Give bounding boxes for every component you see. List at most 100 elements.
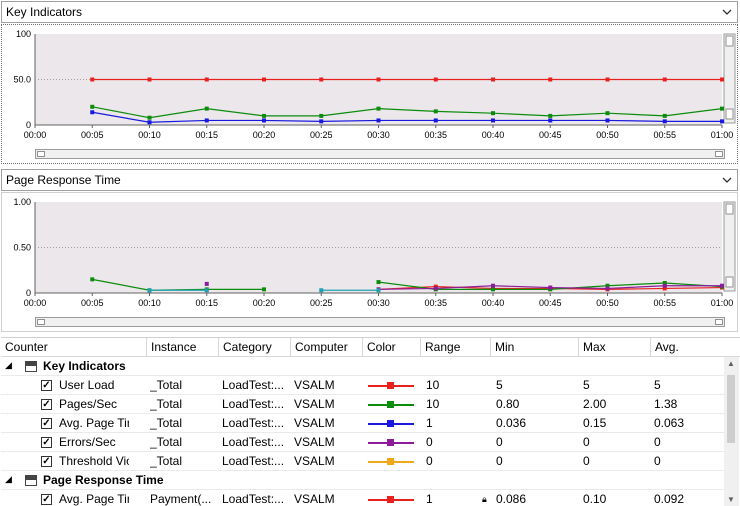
cell-counter: Avg. Page Time: [59, 492, 129, 506]
column-header-range[interactable]: Range: [421, 338, 491, 357]
panel-title: Page Response Time: [6, 173, 121, 187]
data-point: [433, 286, 438, 291]
group-row[interactable]: ◢ Key Indicators: [1, 357, 725, 376]
cell-category: LoadTest:...: [222, 435, 285, 449]
row-checkbox[interactable]: ✓: [41, 456, 52, 467]
x-tick-label: 00:35: [424, 130, 447, 140]
data-point: [433, 109, 438, 114]
cell-range: 0: [426, 435, 433, 449]
group-title: Key Indicators: [43, 359, 126, 373]
group-row[interactable]: ◢ Page Response Time: [1, 471, 725, 490]
x-tick-label: 00:15: [195, 298, 218, 308]
data-point: [491, 77, 495, 82]
row-checkbox[interactable]: ✓: [41, 399, 52, 410]
color-swatch[interactable]: [368, 420, 414, 427]
table-row[interactable]: ✓ Pages/Sec _Total LoadTest:... VSALM 10 0.80 2…: [1, 395, 725, 414]
x-tick-label: 00:25: [310, 298, 333, 308]
y-tick-label: 0: [26, 288, 31, 298]
color-swatch[interactable]: [368, 382, 414, 389]
color-swatch[interactable]: [368, 496, 414, 503]
table-row[interactable]: ✓ Avg. Page Time Payment(... LoadTest:... VS…: [1, 490, 725, 506]
cell-avg: 0.092: [654, 492, 685, 506]
data-point: [319, 119, 324, 124]
data-point: [147, 115, 152, 120]
group-icon: [25, 475, 37, 486]
column-header-min[interactable]: Min: [491, 338, 579, 357]
zoom-handle-bottom[interactable]: [725, 276, 734, 288]
scroll-up-icon[interactable]: ▲: [727, 359, 735, 368]
scroll-thumb-right[interactable]: [715, 319, 723, 325]
cell-category: LoadTest:...: [222, 397, 285, 411]
data-point: [662, 283, 667, 288]
y-tick-label: 50.0: [13, 75, 31, 85]
row-checkbox[interactable]: ✓: [41, 380, 52, 391]
data-point: [204, 106, 209, 111]
color-swatch[interactable]: [368, 439, 414, 446]
grid-header: Counter Instance Category Computer Color…: [1, 338, 740, 357]
collapse-icon[interactable]: ◢: [5, 360, 12, 371]
color-swatch[interactable]: [368, 401, 414, 408]
x-tick-label: 01:00: [711, 130, 734, 140]
table-row[interactable]: ✓ User Load _Total LoadTest:... VSALM 10 5 5 5: [1, 376, 725, 395]
column-header-category[interactable]: Category: [219, 338, 291, 357]
scroll-thumb[interactable]: [727, 375, 735, 443]
data-point: [262, 113, 266, 118]
counters-grid: Counter Instance Category Computer Color…: [1, 337, 740, 506]
x-tick-label: 00:30: [367, 130, 390, 140]
horizontal-scrollbar[interactable]: [35, 149, 725, 159]
x-tick-label: 00:45: [539, 130, 562, 140]
color-swatch[interactable]: [368, 458, 414, 465]
zoom-handle-bottom[interactable]: [725, 108, 734, 120]
row-checkbox[interactable]: ✓: [41, 418, 52, 429]
scroll-thumb-left[interactable]: [37, 151, 45, 157]
cell-category: LoadTest:...: [222, 492, 285, 506]
panel-selector-page-response-time[interactable]: Page Response Time: [1, 169, 738, 191]
column-header-color[interactable]: Color: [363, 338, 421, 357]
zoom-handle-top[interactable]: [725, 203, 734, 215]
data-point: [720, 106, 724, 111]
panel-selector-key-indicators[interactable]: Key Indicators: [1, 1, 738, 23]
cell-range: 1: [426, 492, 433, 506]
table-row[interactable]: ✓ Threshold Vio... _Total LoadTest:... VSALM…: [1, 452, 725, 471]
column-header-computer[interactable]: Computer: [291, 338, 363, 357]
row-checkbox[interactable]: ✓: [41, 437, 52, 448]
collapse-icon[interactable]: ◢: [5, 474, 12, 485]
horizontal-scrollbar[interactable]: [35, 317, 725, 327]
row-checkbox[interactable]: ✓: [41, 494, 52, 505]
x-tick-label: 00:30: [367, 298, 390, 308]
cell-max: 0: [583, 454, 590, 468]
data-point: [720, 77, 724, 82]
cell-category: LoadTest:...: [222, 378, 285, 392]
column-header-max[interactable]: Max: [579, 338, 651, 357]
cell-avg: 0: [654, 454, 661, 468]
column-header-instance[interactable]: Instance: [147, 338, 219, 357]
x-tick-label: 00:05: [81, 298, 104, 308]
cell-range: 0: [426, 454, 433, 468]
data-point: [605, 111, 610, 116]
chevron-down-icon[interactable]: [721, 173, 733, 187]
cell-min: 5: [496, 378, 503, 392]
data-point: [204, 77, 209, 82]
cell-avg: 0: [654, 435, 661, 449]
vertical-scrollbar[interactable]: ▲ ▼: [724, 357, 739, 506]
scroll-thumb-right[interactable]: [715, 151, 723, 157]
chevron-down-icon[interactable]: [721, 5, 733, 19]
scroll-down-icon[interactable]: ▼: [727, 495, 735, 504]
data-point: [262, 287, 266, 292]
cell-max: 5: [583, 378, 590, 392]
column-header-counter[interactable]: Counter: [1, 338, 147, 357]
cell-min: 0: [496, 454, 503, 468]
x-tick-label: 00:40: [482, 298, 505, 308]
x-tick-label: 00:10: [138, 298, 161, 308]
scroll-thumb-left[interactable]: [37, 319, 45, 325]
data-point: [605, 118, 610, 123]
cell-instance: Payment(...: [150, 492, 212, 506]
data-point: [433, 77, 438, 82]
column-header-avg[interactable]: Avg.: [651, 338, 740, 357]
table-row[interactable]: ✓ Avg. Page Time _Total LoadTest:... VSALM 1 0…: [1, 414, 725, 433]
data-point: [548, 77, 553, 82]
group-icon: [25, 361, 37, 372]
table-row[interactable]: ✓ Errors/Sec _Total LoadTest:... VSALM 0 0 0 0: [1, 433, 725, 452]
y-tick-label: 0.50: [13, 243, 31, 253]
zoom-handle-top[interactable]: [725, 35, 734, 47]
